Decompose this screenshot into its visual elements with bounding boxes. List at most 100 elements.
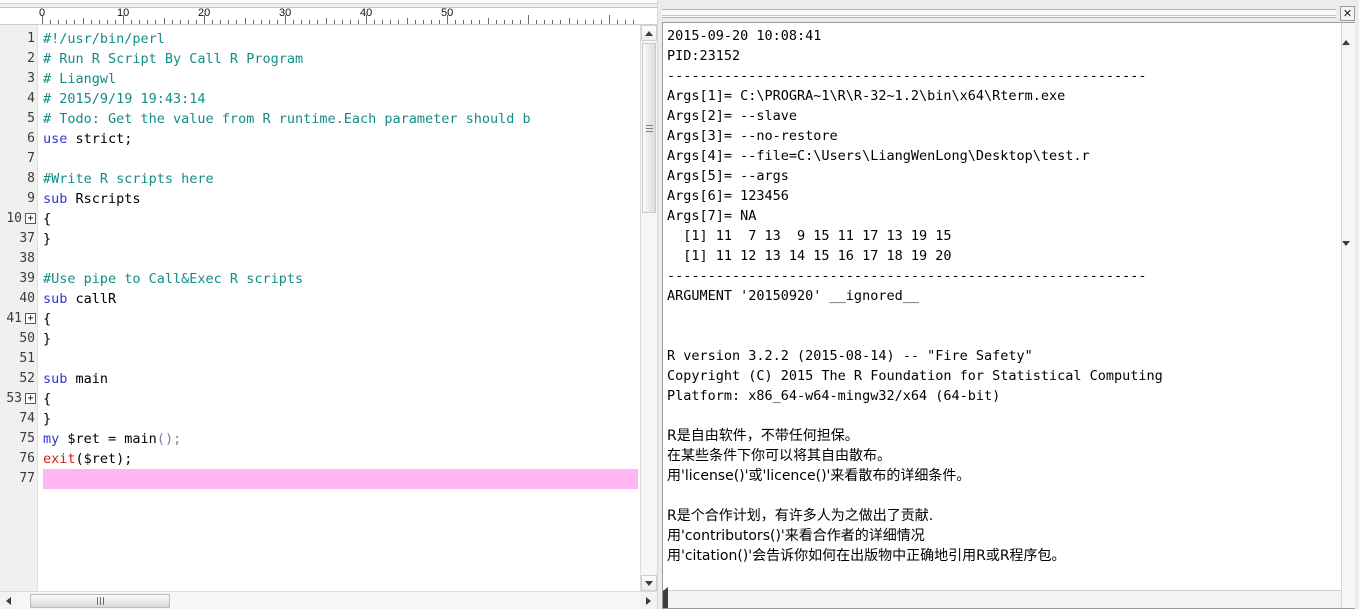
scroll-down-arrow-icon[interactable] [641,575,657,591]
ruler-tick [147,20,149,24]
console-line: ARGUMENT '20150920' __ignored__ [667,288,919,304]
code-line[interactable] [43,349,640,369]
console-output-pane: ✕ 2015-09-20 10:08:41 PID:23152 ----------… [658,0,1359,609]
code-line[interactable]: #Write R scripts here [43,169,640,189]
ruler-tick [479,20,481,24]
line-number: 5 [27,111,35,126]
code-token: exit [43,451,76,467]
close-icon[interactable]: ✕ [1340,5,1355,21]
editor-vscroll-thumb[interactable] [642,43,656,213]
ruler-tick [552,20,554,24]
scroll-left-arrow-icon[interactable] [663,587,1341,608]
line-number-gutter[interactable]: 1 2 3 4 5 6 7 8 9 10 + 37 38 39 40 41 + 50 51 52 53 + 74 75 76 77 [0,25,38,591]
editor-hscroll-thumb[interactable] [30,594,170,608]
code-line[interactable]: sub main [43,369,640,389]
code-text-area[interactable]: #!/usr/bin/perl # Run R Script By Call R … [38,25,640,591]
triangle-up-icon [1342,23,1350,45]
scroll-up-arrow-icon[interactable] [641,25,657,41]
console-horizontal-scrollbar[interactable] [663,587,1341,608]
code-line[interactable]: #!/usr/bin/perl [43,29,640,49]
code-editor-pane: 0 10 20 30 40 50 1 2 3 4 5 6 7 8 9 10 + 37 38 39 40 41 + 50 51 5… [0,0,658,609]
ruler-tick [471,20,473,24]
code-line[interactable]: { [43,309,640,329]
line-number: 77 [19,471,35,486]
triangle-right-icon [663,605,668,608]
editor-toolbar-strip [0,0,657,8]
code-line[interactable] [43,249,640,269]
code-token: } [43,331,52,347]
code-line[interactable] [43,469,638,489]
console-line: [1] 11 12 13 14 15 16 17 18 19 20 [667,248,952,264]
console-line: R version 3.2.2 (2015-08-14) -- "Fire Sa… [667,348,1033,364]
editor-horizontal-scrollbar[interactable] [0,591,657,609]
ruler-tick [560,20,562,24]
code-token: sub [43,371,68,387]
ruler-tick [511,20,513,24]
code-line[interactable]: use strict; [43,129,640,149]
console-line: R是个合作计划，有许多人为之做出了贡献. [667,508,934,524]
ruler-tick [600,20,602,24]
ruler-tick [317,20,319,24]
ruler-tick [260,20,262,24]
pane-right-edge [1355,0,1359,609]
code-line[interactable]: } [43,329,640,349]
code-line[interactable]: { [43,389,640,409]
line-number: 40 [19,291,35,306]
code-line[interactable]: } [43,409,640,429]
ruler-tick [536,20,538,24]
ruler-tick [390,20,392,24]
code-line[interactable] [43,149,640,169]
console-line: Args[4]= --file=C:\Users\LiangWenLong\De… [667,148,1090,164]
console-line: Args[2]= --slave [667,108,798,124]
ruler-tick [325,18,327,24]
code-line[interactable]: exit($ret); [43,449,640,469]
scroll-right-arrow-icon[interactable] [640,592,657,609]
line-number: 75 [19,431,35,446]
ruler-label: 30 [279,8,292,19]
console-text-area[interactable]: 2015-09-20 10:08:41 PID:23152 ------------… [663,23,1341,590]
ruler-tick [430,20,432,24]
line-number: 4 [27,91,35,106]
ruler-tick [503,20,505,24]
ruler-tick [487,18,489,24]
code-token: callR [67,291,117,307]
line-number: 7 [27,151,35,166]
line-number: 37 [19,231,35,246]
code-line[interactable]: # Liangwl [43,69,640,89]
line-number: 50 [19,331,35,346]
editor-vertical-scrollbar[interactable] [640,25,657,591]
ruler-tick [220,20,222,24]
ruler-tick [382,20,384,24]
toolbar-divider [0,0,657,4]
fold-toggle-icon[interactable]: + [25,393,36,404]
code-line[interactable]: sub Rscripts [43,189,640,209]
code-token: #!/usr/bin/perl [43,31,165,47]
code-line[interactable]: # 2015/9/19 19:43:14 [43,89,640,109]
ruler-tick [301,20,303,24]
fold-toggle-icon[interactable]: + [25,213,36,224]
titlebar-rails [662,8,1336,18]
code-line[interactable]: # Run R Script By Call R Program [43,49,640,69]
code-line[interactable]: { [43,209,640,229]
code-line[interactable]: my $ret = main(); [43,429,640,449]
console-line: 2015-09-20 10:08:41 [667,28,822,44]
ruler-tick [349,20,351,24]
ruler-tick [293,20,295,24]
code-token: my [43,431,60,447]
code-line[interactable]: sub callR [43,289,640,309]
ruler-tick [422,20,424,24]
fold-toggle-icon[interactable]: + [25,313,36,324]
code-token: sub [43,191,68,207]
scroll-left-arrow-icon[interactable] [0,592,17,609]
line-number: 10 + [0,209,37,229]
ruler-label: 10 [117,8,130,19]
code-line[interactable]: #Use pipe to Call&Exec R scripts [43,269,640,289]
code-line[interactable]: # Todo: Get the value from R runtime.Eac… [43,109,640,129]
ruler-tick [187,20,189,24]
console-line: Args[1]= C:\PROGRA~1\R\R-32~1.2\bin\x64\… [667,88,1066,104]
code-line[interactable]: } [43,229,640,249]
ruler-tick [406,18,408,24]
